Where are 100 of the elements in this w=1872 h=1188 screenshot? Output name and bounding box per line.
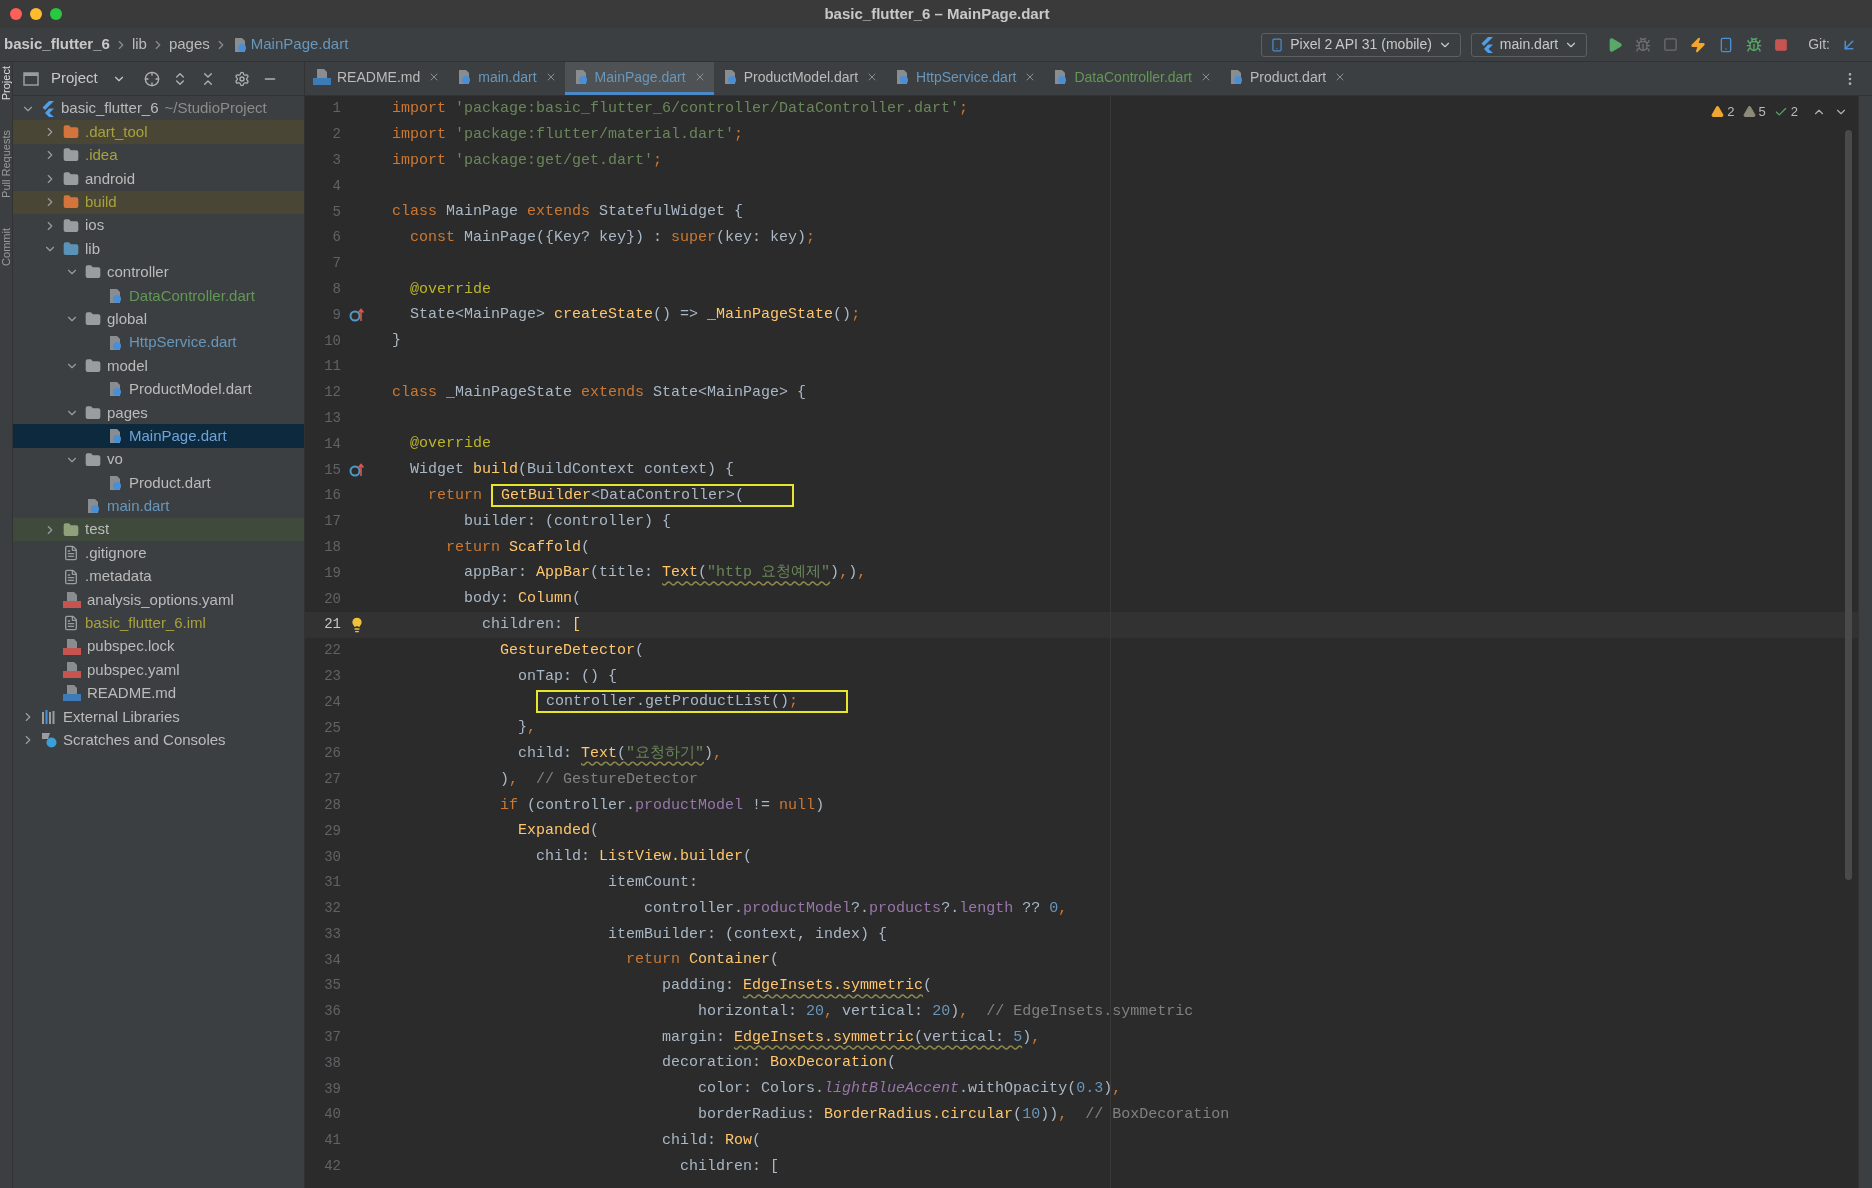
code-line: }, xyxy=(517,718,537,739)
tree-item[interactable]: README.md xyxy=(13,681,304,706)
tree-item[interactable]: analysis_options.yaml xyxy=(13,588,304,612)
tool-window-tab[interactable]: Commit xyxy=(0,228,12,266)
line-number: 40 xyxy=(323,1105,341,1125)
line-number: 25 xyxy=(323,718,341,738)
line-number: 2 xyxy=(331,125,341,145)
editor-tab[interactable]: main.dart xyxy=(448,62,565,95)
dart-file-icon xyxy=(107,428,123,445)
file-icon xyxy=(63,568,79,585)
override-marker-icon[interactable] xyxy=(349,308,365,323)
tree-item[interactable]: .idea xyxy=(13,143,304,168)
tree-item[interactable]: MainPage.dart xyxy=(13,424,304,448)
folder-icon xyxy=(63,521,79,538)
markdown-file-icon xyxy=(313,69,331,85)
code-line: controller.productModel?.products?.length ?? 0, xyxy=(643,898,1068,919)
tree-item[interactable]: ProductModel.dart xyxy=(13,377,304,402)
override-marker-icon[interactable] xyxy=(349,463,365,478)
warning-icon xyxy=(1711,105,1725,119)
hot-reload-icon[interactable] xyxy=(1690,36,1707,53)
code-line: child: Text("요청하기"), xyxy=(517,743,723,764)
breadcrumb-link[interactable]: MainPage.dart xyxy=(250,33,349,56)
editor-tab[interactable]: Product.dart xyxy=(1219,62,1355,95)
tree-item[interactable]: Product.dart xyxy=(13,471,304,495)
device-selector[interactable]: Pixel 2 API 31 (mobile) xyxy=(1261,32,1461,57)
code-line: class MainPage extends StatefulWidget { xyxy=(392,202,744,223)
settings-icon[interactable] xyxy=(233,70,250,87)
tree-item[interactable]: ios xyxy=(13,213,304,238)
line-number: 29 xyxy=(323,821,341,841)
line-number: 5 xyxy=(331,202,341,222)
flutter-icon xyxy=(1479,36,1494,53)
tree-item[interactable]: pages xyxy=(13,401,304,425)
locate-file-icon[interactable] xyxy=(143,70,160,87)
code-line: const MainPage({Key? key}) : super(key: key); xyxy=(409,228,816,248)
tree-item[interactable]: pubspec.yaml xyxy=(13,658,304,682)
tree-item[interactable]: .gitignore xyxy=(13,541,304,565)
tree-item[interactable]: main.dart xyxy=(13,494,304,519)
line-number: 15 xyxy=(323,460,341,480)
tree-item[interactable]: Scratches and Consoles xyxy=(13,728,304,752)
lightbulb-icon[interactable] xyxy=(349,616,365,633)
tree-item[interactable]: test xyxy=(13,518,304,542)
tree-item[interactable]: pubspec.lock xyxy=(13,635,304,659)
line-number: 3 xyxy=(331,151,341,170)
line-number: 6 xyxy=(331,228,341,248)
run-icon[interactable] xyxy=(1607,36,1624,53)
line-number: 32 xyxy=(323,899,341,919)
file-icon xyxy=(63,615,79,632)
tree-item[interactable]: HttpService.dart xyxy=(13,330,304,355)
code-line: child: ListView.builder( xyxy=(535,847,753,868)
stop-icon[interactable] xyxy=(1774,37,1789,52)
code-line: itemCount: xyxy=(607,872,699,893)
debug-icon[interactable] xyxy=(1635,36,1652,53)
line-number: 24 xyxy=(323,692,341,712)
code-line: child: Row( xyxy=(661,1130,762,1151)
breadcrumb-link[interactable]: lib xyxy=(131,33,147,56)
editor-tab[interactable]: README.md xyxy=(305,62,449,95)
code-line: borderRadius: BorderRadius.circular(10)), // BoxDecoration xyxy=(697,1105,1230,1126)
breadcrumb-link[interactable]: basic_flutter_6 xyxy=(4,33,110,56)
tree-item[interactable]: .dart_tool xyxy=(13,120,304,144)
tree-item[interactable]: global xyxy=(13,307,304,331)
tree-item[interactable]: DataController.dart xyxy=(13,284,304,308)
code-line: body: Column( xyxy=(463,589,582,610)
line-number: 28 xyxy=(323,795,341,815)
inspection-count[interactable]: 2 xyxy=(1711,102,1735,122)
project-view-dropdown[interactable]: Project xyxy=(51,67,126,90)
tree-item[interactable]: External Libraries xyxy=(13,705,304,729)
line-number: 17 xyxy=(323,512,341,532)
line-number: 30 xyxy=(323,847,341,867)
line-number: 42 xyxy=(323,1157,341,1177)
run-configuration-selector[interactable]: main.dart xyxy=(1470,32,1588,57)
code-line: itemBuilder: (context, index) { xyxy=(607,924,888,945)
line-number: 36 xyxy=(323,1002,341,1022)
yaml-file-icon xyxy=(63,591,81,608)
tree-item[interactable]: build xyxy=(13,190,304,214)
editor-tab[interactable]: ProductModel.dart xyxy=(713,62,887,95)
code-line: margin: EdgeInsets.symmetric(vertical: 5), xyxy=(661,1027,1041,1048)
tree-item[interactable]: basic_flutter_6 ~/StudioProject xyxy=(13,97,304,121)
markdown-file-icon xyxy=(63,685,81,702)
tree-item[interactable]: lib xyxy=(13,237,304,261)
editor-tab[interactable]: DataController.dart xyxy=(1044,62,1220,95)
folder-icon xyxy=(63,170,79,187)
tool-window-tab[interactable]: Pull Requests xyxy=(0,130,12,199)
line-number: 26 xyxy=(323,744,341,764)
inspection-count[interactable]: 5 xyxy=(1742,102,1766,122)
code-line: color: Colors.lightBlueAccent.withOpacity(0.3), xyxy=(697,1079,1122,1100)
tree-item[interactable]: android xyxy=(13,167,304,191)
tree-item[interactable]: basic_flutter_6.iml xyxy=(13,611,304,635)
breadcrumb-link[interactable]: pages xyxy=(168,33,210,56)
inspection-count[interactable]: 2 xyxy=(1773,102,1798,122)
tree-item[interactable]: model xyxy=(13,354,304,378)
editor-tab[interactable]: HttpService.dart xyxy=(886,62,1045,95)
bug-icon[interactable] xyxy=(1746,36,1763,53)
tree-item[interactable]: controller xyxy=(13,260,304,285)
folder-icon xyxy=(63,194,79,211)
flutter-icon xyxy=(41,100,55,117)
tree-item[interactable]: .metadata xyxy=(13,564,304,589)
line-number: 4 xyxy=(331,176,341,196)
scrollbar[interactable] xyxy=(1845,130,1852,880)
tree-item[interactable]: vo xyxy=(13,447,304,472)
tool-window-tab[interactable]: Project xyxy=(0,66,12,101)
